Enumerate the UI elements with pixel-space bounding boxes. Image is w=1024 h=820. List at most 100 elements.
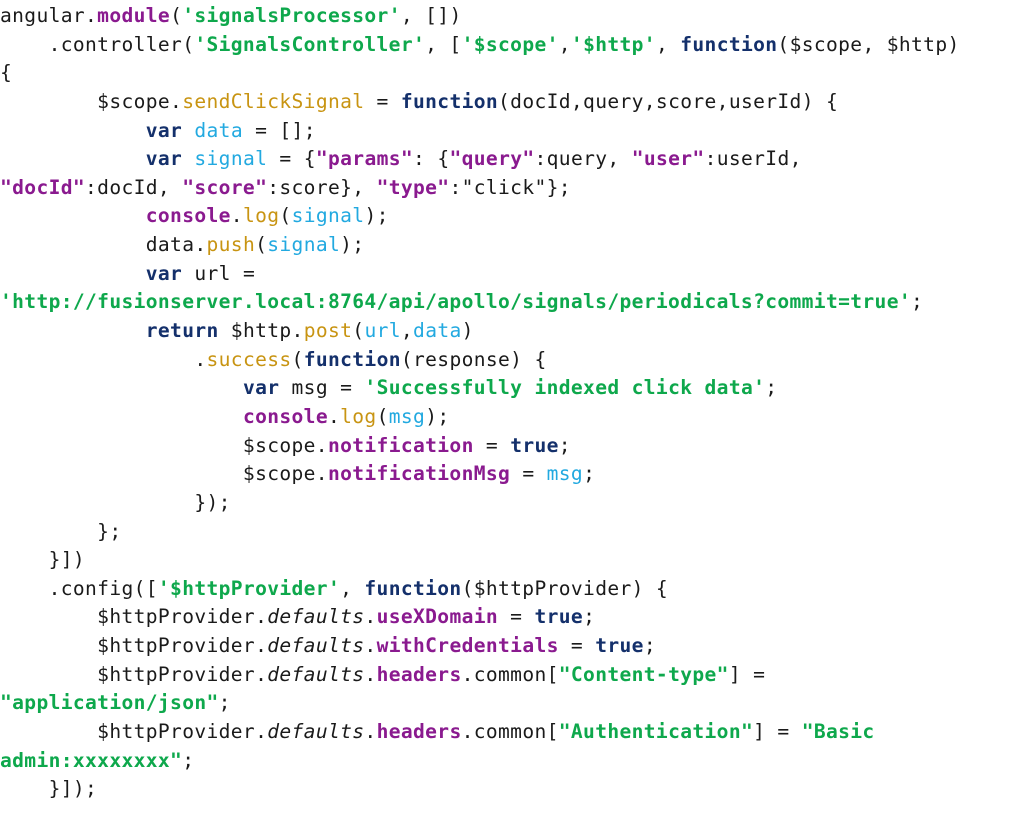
method-token: push <box>206 233 256 257</box>
italic-token: defaults <box>267 720 365 744</box>
plain-token: .controller( <box>0 32 195 56</box>
plain-token: ; <box>218 691 231 715</box>
plain-token: . <box>364 720 377 744</box>
plain-token: .common[ <box>461 720 559 744</box>
plain-token: ); <box>340 233 365 257</box>
plain-token: ; <box>765 376 778 400</box>
property-token: "score" <box>182 175 268 199</box>
plain-token: $httpProvider. <box>0 634 268 658</box>
plain-token: ; <box>910 290 924 314</box>
property-token: headers <box>376 662 462 686</box>
code-line: $httpProvider.defaults.withCredentials =… <box>0 632 960 661</box>
property-token: withCredentials <box>376 634 559 658</box>
plain-token: . <box>364 605 377 629</box>
plain-token: }; <box>0 519 122 543</box>
plain-token: = { <box>267 147 316 171</box>
code-line: angular.module('signalsProcessor', []) <box>0 2 960 31</box>
plain-token: .common[ <box>461 662 559 686</box>
plain-token: }]) <box>0 548 86 572</box>
plain-token: , [ <box>425 32 462 56</box>
code-line: { <box>0 59 960 88</box>
plain-token: = <box>473 433 511 457</box>
plain-token: ( <box>352 319 365 343</box>
plain-token: ] = <box>728 662 766 686</box>
plain-token: . <box>327 404 341 428</box>
plain-token: (docId,query,score,userId) { <box>498 89 839 113</box>
plain-token: }); <box>0 490 231 514</box>
code-line: var msg = 'Successfully indexed click da… <box>0 374 960 403</box>
code-line: .success(function(response) { <box>0 346 960 375</box>
code-line: data.push(signal); <box>0 231 960 260</box>
variable-token: signal <box>267 233 341 257</box>
method-token: log <box>340 404 377 428</box>
plain-token: ; <box>583 605 596 629</box>
italic-token: defaults <box>267 662 365 686</box>
string-token: 'signalsProcessor' <box>182 4 401 27</box>
string-token: '$httpProvider' <box>157 576 341 600</box>
code-line: $scope.notificationMsg = msg; <box>0 460 960 489</box>
plain-token: , <box>655 32 681 56</box>
plain-token: . <box>230 204 243 228</box>
plain-token: , <box>400 319 414 343</box>
code-block: angular.module('signalsProcessor', []) .… <box>0 2 960 804</box>
plain-token: ); <box>425 404 450 428</box>
plain-token: = []; <box>242 118 316 142</box>
keyword-token: var <box>145 147 183 171</box>
keyword-token: function <box>680 32 778 56</box>
plain-token: . <box>364 634 377 658</box>
italic-token: defaults <box>267 634 365 658</box>
code-line: console.log(msg); <box>0 403 960 432</box>
plain-token: $httpProvider. <box>0 662 268 686</box>
string-token: "Authentication" <box>558 720 754 744</box>
variable-token: signal <box>194 147 268 171</box>
plain-token: = <box>558 634 596 658</box>
property-token: useXDomain <box>376 605 499 629</box>
plain-token: = <box>510 462 547 486</box>
plain-token: ; <box>182 748 195 772</box>
keyword-token: true <box>510 433 559 457</box>
code-line: .config(['$httpProvider', function($http… <box>0 575 960 604</box>
keyword-token: var <box>145 261 183 285</box>
variable-token: msg <box>388 404 426 428</box>
plain-token: :"click"}; <box>449 175 571 199</box>
string-token: "application/json" <box>0 691 219 715</box>
property-token: "query" <box>449 147 535 171</box>
plain-token: :score}, <box>267 175 377 199</box>
plain-token: ($scope, $http) <box>777 32 960 56</box>
plain-token: ( <box>291 347 304 371</box>
code-line: }; <box>0 518 960 547</box>
plain-token: data. <box>0 233 207 257</box>
keyword-token: true <box>595 634 644 658</box>
code-line: }]); <box>0 775 960 804</box>
plain-token: = <box>498 605 535 629</box>
plain-token: , <box>340 576 365 600</box>
plain-token: ] = <box>753 720 802 744</box>
plain-token: $http. <box>218 319 304 343</box>
code-line: admin:xxxxxxxx"; <box>0 747 960 776</box>
code-line: var data = []; <box>0 117 960 146</box>
code-line: return $http.post(url,data) <box>0 317 960 346</box>
plain-token: . <box>0 347 207 371</box>
property-token: notificationMsg <box>327 462 511 486</box>
plain-token: }]); <box>0 777 98 801</box>
code-line: var url = <box>0 260 960 289</box>
code-line: $scope.notification = true; <box>0 432 960 461</box>
plain-token: $httpProvider. <box>0 720 268 744</box>
string-token: '$http' <box>570 32 656 56</box>
string-token: '$scope' <box>461 32 559 56</box>
code-line: "application/json"; <box>0 689 960 718</box>
variable-token: url <box>364 319 401 343</box>
keyword-token: function <box>400 89 499 113</box>
variable-token: data <box>413 319 462 343</box>
property-token: module <box>97 4 171 27</box>
keyword-token: function <box>303 347 401 371</box>
plain-token: (response) { <box>400 347 547 371</box>
property-token: "docId" <box>0 175 86 199</box>
method-token: success <box>206 347 292 371</box>
plain-token: $scope. <box>0 462 328 486</box>
